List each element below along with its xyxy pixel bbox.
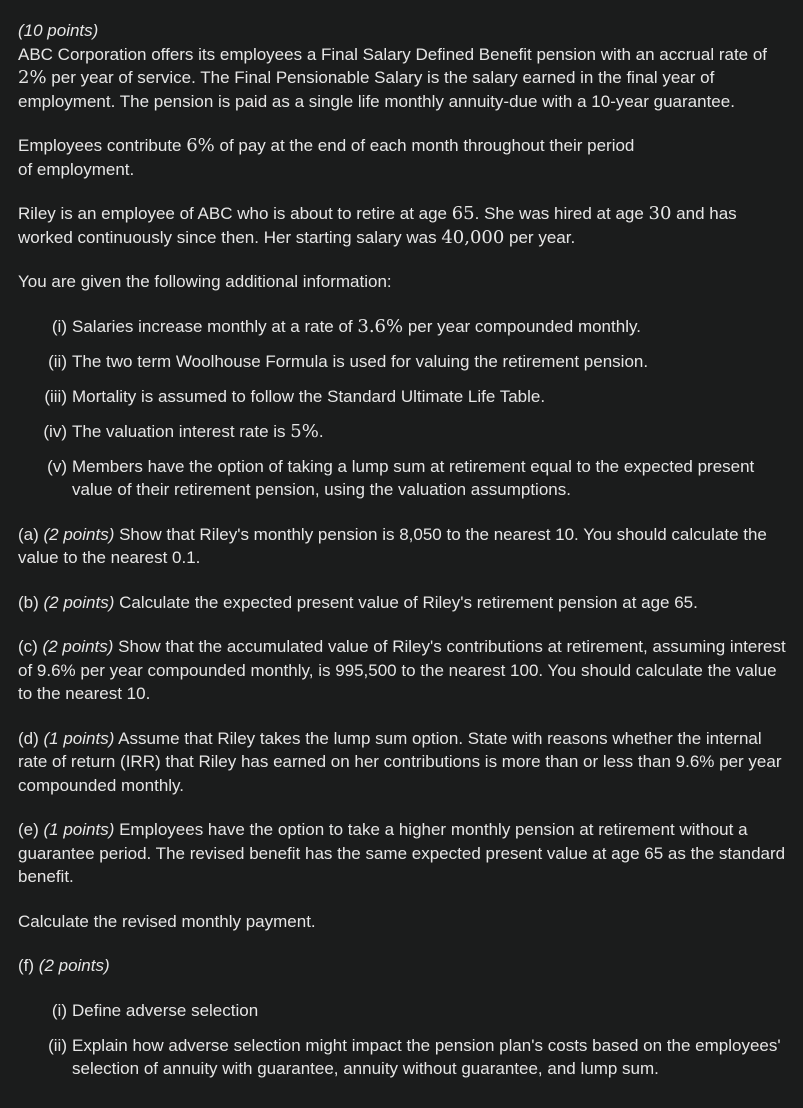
- text: Employees contribute: [18, 136, 187, 155]
- additional-info-heading: You are given the following additional i…: [18, 272, 392, 291]
- hire-age: 30: [648, 203, 672, 224]
- list-item: (iv) The valuation interest rate is 5%.: [18, 420, 793, 444]
- text: per year.: [504, 227, 576, 247]
- riley-paragraph: Riley is an employee of ABC who is about…: [18, 202, 793, 249]
- list-item: (v) Members have the option of taking a …: [18, 455, 793, 502]
- contribution-rate: 6%: [186, 135, 215, 156]
- item-text: The two term Woolhouse Formula is used f…: [72, 351, 649, 371]
- part-f-list: (i) Define adverse selection (ii) Explai…: [18, 999, 793, 1081]
- list-item: (i) Define adverse selection: [18, 999, 793, 1023]
- item-text: Mortality is assumed to follow the Stand…: [72, 386, 546, 406]
- item-number: (i): [51, 1000, 67, 1020]
- text: . She was hired at age: [474, 204, 649, 223]
- list-item: (ii) Explain how adverse selection might…: [18, 1034, 793, 1081]
- item-number: (iii): [44, 386, 67, 406]
- part-f: (f) (2 points): [18, 956, 110, 975]
- text: Riley is an employee of ABC who is about…: [18, 204, 452, 223]
- item-number: (ii): [48, 1035, 67, 1055]
- part-e: (e) (1 points) Employees have the option…: [18, 820, 786, 886]
- item-text: Salaries increase monthly at a rate of 3…: [72, 315, 641, 337]
- item-number: (i): [51, 316, 67, 336]
- text: of employment.: [18, 159, 135, 179]
- item-text: Explain how adverse selection might impa…: [72, 1035, 781, 1079]
- item-text: Members have the option of taking a lump…: [72, 456, 755, 500]
- total-points: (10 points): [18, 21, 99, 40]
- list-item: (ii) The two term Woolhouse Formula is u…: [18, 350, 793, 374]
- starting-salary: 40,000: [441, 226, 505, 248]
- part-a: (a) (2 points) Show that Riley's monthly…: [18, 524, 767, 568]
- item-number: (v): [47, 456, 67, 476]
- part-b: (b) (2 points) Calculate the expected pr…: [18, 592, 698, 612]
- text: per year of service. The Final Pensionab…: [18, 68, 735, 111]
- part-d: (d) (1 points) Assume that Riley takes t…: [18, 728, 782, 795]
- accrual-rate: 2%: [18, 67, 47, 88]
- part-c: (c) (2 points) Show that the accumulated…: [18, 637, 786, 703]
- retire-age: 65: [451, 203, 475, 224]
- question-document: (10 points) ABC Corporation offers its e…: [18, 19, 793, 1102]
- contribution-paragraph: Employees contribute 6% of pay at the en…: [18, 134, 793, 181]
- text: ABC Corporation offers its employees a F…: [18, 44, 768, 64]
- text: of pay at the end of each month througho…: [214, 136, 635, 155]
- list-item: (i) Salaries increase monthly at a rate …: [18, 315, 793, 339]
- item-text: Define adverse selection: [72, 1000, 259, 1020]
- assumptions-list: (i) Salaries increase monthly at a rate …: [18, 315, 793, 502]
- intro-paragraph: (10 points) ABC Corporation offers its e…: [18, 19, 793, 113]
- list-item: (iii) Mortality is assumed to follow the…: [18, 385, 793, 409]
- item-text: The valuation interest rate is 5%.: [72, 420, 324, 442]
- item-number: (ii): [48, 351, 67, 371]
- item-number: (iv): [43, 421, 67, 441]
- part-e-calculate: Calculate the revised monthly payment.: [18, 911, 316, 931]
